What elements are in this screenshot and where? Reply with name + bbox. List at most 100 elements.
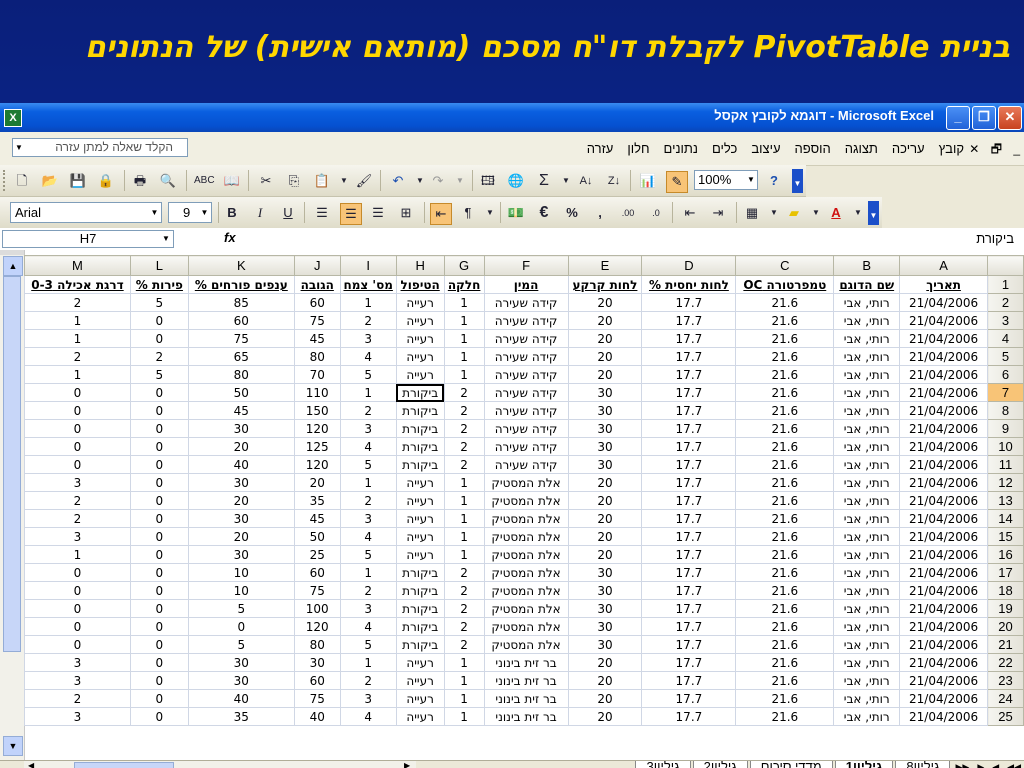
cell[interactable]: קידה שעירה: [483, 365, 569, 384]
cell[interactable]: רעייה: [395, 347, 445, 366]
paste-icon[interactable]: 📋: [312, 171, 332, 191]
comma-style-icon[interactable]: ,: [590, 203, 610, 223]
column-header-i[interactable]: I: [339, 255, 397, 276]
cell[interactable]: 17.7: [641, 581, 737, 600]
cell[interactable]: רותי, אבי: [833, 689, 901, 708]
cell[interactable]: 20: [567, 707, 643, 726]
chevron-down-icon[interactable]: ▼: [199, 204, 210, 221]
cell[interactable]: 0: [129, 491, 189, 510]
cell[interactable]: 1: [443, 329, 485, 348]
scroll-left-icon[interactable]: ◀: [28, 761, 34, 768]
cell[interactable]: 50: [293, 527, 341, 546]
cell[interactable]: רעייה: [395, 473, 445, 492]
cell[interactable]: 2: [443, 437, 485, 456]
sheet-tab[interactable]: מדדי סיכום: [749, 761, 833, 768]
tab-nav-icon[interactable]: ◀◀: [1004, 762, 1024, 768]
menu-item[interactable]: תצוגה: [845, 141, 878, 156]
cell[interactable]: 21/04/2006: [899, 293, 989, 312]
chevron-down-icon[interactable]: ▼: [806, 203, 826, 223]
cell[interactable]: בר זית בינוני: [483, 689, 569, 708]
cell[interactable]: 20: [567, 365, 643, 384]
cell[interactable]: 20: [293, 473, 341, 492]
cell[interactable]: 30: [293, 653, 341, 672]
cell[interactable]: 0: [24, 635, 131, 654]
redo-icon[interactable]: ↷: [428, 171, 448, 191]
cell[interactable]: רותי, אבי: [833, 329, 901, 348]
field-header-cell[interactable]: פירות %: [129, 275, 189, 294]
row-header[interactable]: 8: [987, 401, 1024, 420]
cell[interactable]: 1: [443, 509, 485, 528]
cell[interactable]: 3: [24, 527, 131, 546]
row-header[interactable]: 15: [987, 527, 1024, 546]
cell[interactable]: 17.7: [641, 617, 737, 636]
row-header[interactable]: 9: [987, 419, 1024, 438]
cell[interactable]: 21.6: [735, 671, 835, 690]
cell[interactable]: 21/04/2006: [899, 599, 989, 618]
cell[interactable]: קידה שעירה: [483, 347, 569, 366]
chevron-down-icon[interactable]: ▼: [848, 203, 868, 223]
menu-item[interactable]: קובץ: [939, 141, 964, 156]
cell[interactable]: 0: [129, 437, 189, 456]
cell[interactable]: 20: [567, 689, 643, 708]
help-question-input[interactable]: ▼ הקלד שאלה למתן עזרה: [12, 138, 188, 157]
cell[interactable]: 2: [339, 491, 397, 510]
cell[interactable]: 5: [187, 599, 295, 618]
cell[interactable]: 120: [293, 419, 341, 438]
minimize-button[interactable]: _: [946, 106, 970, 130]
sheet-tab[interactable]: גיליון2: [692, 761, 748, 768]
cell[interactable]: 2: [443, 383, 485, 402]
cell[interactable]: 0: [24, 581, 131, 600]
cell[interactable]: 0: [129, 473, 189, 492]
cell[interactable]: 1: [443, 545, 485, 564]
fill-color-icon[interactable]: ▰: [784, 203, 804, 223]
row-header[interactable]: 18: [987, 581, 1024, 600]
row-header[interactable]: 7: [987, 383, 1024, 402]
cell[interactable]: 20: [567, 329, 643, 348]
cell[interactable]: 30: [187, 509, 295, 528]
row-header[interactable]: 24: [987, 689, 1024, 708]
cell[interactable]: 5: [339, 365, 397, 384]
cell[interactable]: 21/04/2006: [899, 689, 989, 708]
cell[interactable]: 1: [443, 491, 485, 510]
cell[interactable]: קידה שעירה: [483, 419, 569, 438]
row-header[interactable]: 4: [987, 329, 1024, 348]
cell[interactable]: אלת המסטיק: [483, 581, 569, 600]
cell[interactable]: 21/04/2006: [899, 581, 989, 600]
cell[interactable]: 21.6: [735, 401, 835, 420]
chevron-down-icon[interactable]: ▼: [450, 171, 470, 191]
font-color-icon[interactable]: A: [826, 203, 846, 223]
cell[interactable]: 17.7: [641, 491, 737, 510]
hscroll-thumb[interactable]: [74, 762, 174, 768]
cell[interactable]: 4: [339, 437, 397, 456]
cell[interactable]: 2: [129, 347, 189, 366]
cell[interactable]: 21/04/2006: [899, 347, 989, 366]
cell[interactable]: 21/04/2006: [899, 383, 989, 402]
cell[interactable]: 17.7: [641, 599, 737, 618]
cell[interactable]: 40: [187, 689, 295, 708]
cell[interactable]: 35: [187, 707, 295, 726]
undo-icon[interactable]: ↶: [388, 171, 408, 191]
cell[interactable]: 1: [443, 473, 485, 492]
cell[interactable]: 75: [293, 581, 341, 600]
cell[interactable]: 80: [187, 365, 295, 384]
chevron-down-icon[interactable]: ▼: [334, 171, 354, 191]
cell[interactable]: 21.6: [735, 707, 835, 726]
scroll-right-icon[interactable]: ▶: [404, 761, 410, 768]
cell[interactable]: 60: [293, 293, 341, 312]
cell[interactable]: 5: [187, 635, 295, 654]
help-icon[interactable]: ?: [764, 171, 784, 191]
chevron-down-icon[interactable]: ▼: [159, 231, 173, 247]
cell[interactable]: רותי, אבי: [833, 401, 901, 420]
cell[interactable]: 20: [187, 527, 295, 546]
cell[interactable]: 20: [567, 653, 643, 672]
left-to-right-icon[interactable]: ¶: [458, 203, 478, 223]
cell[interactable]: אלת המסטיק: [483, 527, 569, 546]
cell[interactable]: 20: [187, 437, 295, 456]
cell[interactable]: 0: [129, 671, 189, 690]
horizontal-scrollbar[interactable]: ◀ ▶: [24, 761, 416, 768]
cell[interactable]: קידה שעירה: [483, 437, 569, 456]
cell[interactable]: רותי, אבי: [833, 707, 901, 726]
cell[interactable]: אלת המסטיק: [483, 617, 569, 636]
font-name-select[interactable]: Arial ▼: [10, 202, 162, 223]
cell[interactable]: 21.6: [735, 599, 835, 618]
